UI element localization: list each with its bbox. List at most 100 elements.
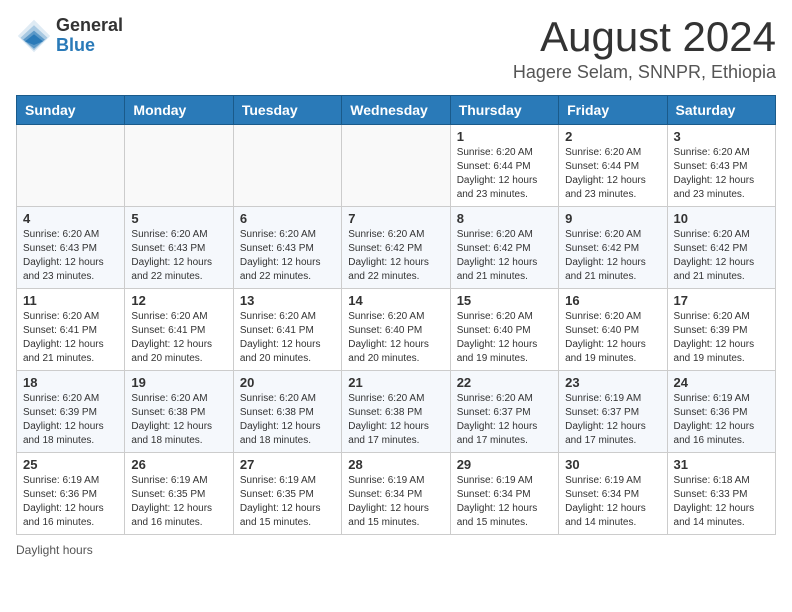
day-number: 13 xyxy=(240,293,335,308)
day-info: Sunrise: 6:20 AM Sunset: 6:42 PM Dayligh… xyxy=(565,228,660,284)
calendar-cell: 31Sunrise: 6:18 AM Sunset: 6:33 PM Dayli… xyxy=(667,453,775,535)
calendar-table: SundayMondayTuesdayWednesdayThursdayFrid… xyxy=(16,95,776,535)
logo-general: General xyxy=(56,16,123,36)
day-number: 24 xyxy=(674,375,769,390)
day-info: Sunrise: 6:20 AM Sunset: 6:41 PM Dayligh… xyxy=(131,310,226,366)
week-row-5: 25 Sunrise: 6:19 AM Sunset: 6:36 PM Dayli… xyxy=(17,453,776,535)
location-title: Hagere Selam, SNNPR, Ethiopia xyxy=(513,62,776,83)
day-info: Sunrise: 6:19 AM Sunset: 6:34 PM Dayligh… xyxy=(565,474,660,530)
day-number: 5 xyxy=(131,211,226,226)
day-info: Sunrise: 6:20 AM Sunset: 6:43 PM Dayligh… xyxy=(674,146,769,202)
day-number: 2 xyxy=(565,129,660,144)
day-number: 25 xyxy=(23,457,118,472)
day-number: 1 xyxy=(457,129,552,144)
logo-blue: Blue xyxy=(56,36,123,56)
day-info: Sunrise: 6:20 AM Sunset: 6:43 PM Dayligh… xyxy=(131,228,226,284)
calendar-cell: 2 Sunrise: 6:20 AM Sunset: 6:44 PM Daylig… xyxy=(559,125,667,207)
day-number: 4 xyxy=(23,211,118,226)
calendar-cell xyxy=(233,125,341,207)
day-number: 10 xyxy=(674,211,769,226)
calendar-cell: 9 Sunrise: 6:20 AM Sunset: 6:42 PM Daylig… xyxy=(559,207,667,289)
header: General Blue August 2024 Hagere Selam, S… xyxy=(16,16,776,83)
calendar-cell: 27 Sunrise: 6:19 AM Sunset: 6:35 PM Dayli… xyxy=(233,453,341,535)
calendar-cell: 7 Sunrise: 6:20 AM Sunset: 6:42 PM Daylig… xyxy=(342,207,450,289)
day-number: 12 xyxy=(131,293,226,308)
day-number: 17 xyxy=(674,293,769,308)
day-number: 29 xyxy=(457,457,552,472)
day-number: 27 xyxy=(240,457,335,472)
day-number: 9 xyxy=(565,211,660,226)
day-number: 11 xyxy=(23,293,118,308)
day-info: Sunrise: 6:19 AM Sunset: 6:34 PM Dayligh… xyxy=(457,474,552,530)
calendar-cell: 30 Sunrise: 6:19 AM Sunset: 6:34 PM Dayli… xyxy=(559,453,667,535)
day-info: Sunrise: 6:20 AM Sunset: 6:41 PM Dayligh… xyxy=(240,310,335,366)
calendar-cell: 21Sunrise: 6:20 AM Sunset: 6:38 PM Dayli… xyxy=(342,371,450,453)
day-info: Sunrise: 6:20 AM Sunset: 6:38 PM Dayligh… xyxy=(348,392,443,448)
calendar-cell: 26 Sunrise: 6:19 AM Sunset: 6:35 PM Dayli… xyxy=(125,453,233,535)
day-info: Sunrise: 6:20 AM Sunset: 6:41 PM Dayligh… xyxy=(23,310,118,366)
calendar-cell: 4 Sunrise: 6:20 AM Sunset: 6:43 PM Daylig… xyxy=(17,207,125,289)
calendar-cell: 17 Sunrise: 6:20 AM Sunset: 6:39 PM Dayli… xyxy=(667,289,775,371)
day-info: Sunrise: 6:20 AM Sunset: 6:43 PM Dayligh… xyxy=(23,228,118,284)
day-info: Sunrise: 6:20 AM Sunset: 6:40 PM Dayligh… xyxy=(565,310,660,366)
day-info: Sunrise: 6:20 AM Sunset: 6:40 PM Dayligh… xyxy=(457,310,552,366)
day-number: 22 xyxy=(457,375,552,390)
day-number: 23 xyxy=(565,375,660,390)
day-number: 7 xyxy=(348,211,443,226)
day-info: Sunrise: 6:20 AM Sunset: 6:39 PM Dayligh… xyxy=(23,392,118,448)
calendar-cell: 13 Sunrise: 6:20 AM Sunset: 6:41 PM Dayli… xyxy=(233,289,341,371)
day-info: Sunrise: 6:20 AM Sunset: 6:38 PM Dayligh… xyxy=(131,392,226,448)
calendar-cell: 3 Sunrise: 6:20 AM Sunset: 6:43 PM Daylig… xyxy=(667,125,775,207)
calendar-cell: 19 Sunrise: 6:20 AM Sunset: 6:38 PM Dayli… xyxy=(125,371,233,453)
calendar-cell: 18 Sunrise: 6:20 AM Sunset: 6:39 PM Dayli… xyxy=(17,371,125,453)
day-number: 31 xyxy=(674,457,769,472)
logo: General Blue xyxy=(16,16,123,56)
calendar-cell: 22Sunrise: 6:20 AM Sunset: 6:37 PM Dayli… xyxy=(450,371,558,453)
day-info: Sunrise: 6:20 AM Sunset: 6:42 PM Dayligh… xyxy=(348,228,443,284)
day-info: Sunrise: 6:20 AM Sunset: 6:43 PM Dayligh… xyxy=(240,228,335,284)
day-info: Sunrise: 6:20 AM Sunset: 6:39 PM Dayligh… xyxy=(674,310,769,366)
calendar-cell: 24 Sunrise: 6:19 AM Sunset: 6:36 PM Dayli… xyxy=(667,371,775,453)
day-info: Sunrise: 6:20 AM Sunset: 6:38 PM Dayligh… xyxy=(240,392,335,448)
calendar-cell: 5 Sunrise: 6:20 AM Sunset: 6:43 PM Daylig… xyxy=(125,207,233,289)
day-info: Sunrise: 6:19 AM Sunset: 6:36 PM Dayligh… xyxy=(23,474,118,530)
calendar-cell: 16 Sunrise: 6:20 AM Sunset: 6:40 PM Dayli… xyxy=(559,289,667,371)
calendar-cell: 10 Sunrise: 6:20 AM Sunset: 6:42 PM Dayli… xyxy=(667,207,775,289)
day-number: 16 xyxy=(565,293,660,308)
weekday-header-row: SundayMondayTuesdayWednesdayThursdayFrid… xyxy=(17,96,776,125)
day-number: 28 xyxy=(348,457,443,472)
day-number: 18 xyxy=(23,375,118,390)
week-row-3: 11 Sunrise: 6:20 AM Sunset: 6:41 PM Dayli… xyxy=(17,289,776,371)
weekday-header-thursday: Thursday xyxy=(450,96,558,125)
footer-note: Daylight hours xyxy=(16,543,776,557)
day-info: Sunrise: 6:20 AM Sunset: 6:42 PM Dayligh… xyxy=(457,228,552,284)
logo-icon xyxy=(16,18,52,54)
day-number: 3 xyxy=(674,129,769,144)
calendar-cell: 23Sunrise: 6:19 AM Sunset: 6:37 PM Dayli… xyxy=(559,371,667,453)
day-info: Sunrise: 6:19 AM Sunset: 6:35 PM Dayligh… xyxy=(240,474,335,530)
week-row-4: 18 Sunrise: 6:20 AM Sunset: 6:39 PM Dayli… xyxy=(17,371,776,453)
calendar-cell xyxy=(125,125,233,207)
week-row-1: 1 Sunrise: 6:20 AM Sunset: 6:44 PM Daylig… xyxy=(17,125,776,207)
day-number: 26 xyxy=(131,457,226,472)
title-area: August 2024 Hagere Selam, SNNPR, Ethiopi… xyxy=(513,16,776,83)
day-number: 15 xyxy=(457,293,552,308)
calendar-cell: 12 Sunrise: 6:20 AM Sunset: 6:41 PM Dayli… xyxy=(125,289,233,371)
day-number: 6 xyxy=(240,211,335,226)
weekday-header-wednesday: Wednesday xyxy=(342,96,450,125)
daylight-label: Daylight hours xyxy=(16,543,93,557)
day-info: Sunrise: 6:20 AM Sunset: 6:44 PM Dayligh… xyxy=(565,146,660,202)
day-number: 19 xyxy=(131,375,226,390)
day-info: Sunrise: 6:20 AM Sunset: 6:42 PM Dayligh… xyxy=(674,228,769,284)
calendar-cell: 1 Sunrise: 6:20 AM Sunset: 6:44 PM Daylig… xyxy=(450,125,558,207)
calendar-cell: 25 Sunrise: 6:19 AM Sunset: 6:36 PM Dayli… xyxy=(17,453,125,535)
week-row-2: 4 Sunrise: 6:20 AM Sunset: 6:43 PM Daylig… xyxy=(17,207,776,289)
day-number: 20 xyxy=(240,375,335,390)
day-info: Sunrise: 6:19 AM Sunset: 6:36 PM Dayligh… xyxy=(674,392,769,448)
day-info: Sunrise: 6:20 AM Sunset: 6:44 PM Dayligh… xyxy=(457,146,552,202)
calendar-cell xyxy=(17,125,125,207)
weekday-header-tuesday: Tuesday xyxy=(233,96,341,125)
calendar-cell: 29 Sunrise: 6:19 AM Sunset: 6:34 PM Dayli… xyxy=(450,453,558,535)
day-number: 30 xyxy=(565,457,660,472)
day-info: Sunrise: 6:19 AM Sunset: 6:35 PM Dayligh… xyxy=(131,474,226,530)
